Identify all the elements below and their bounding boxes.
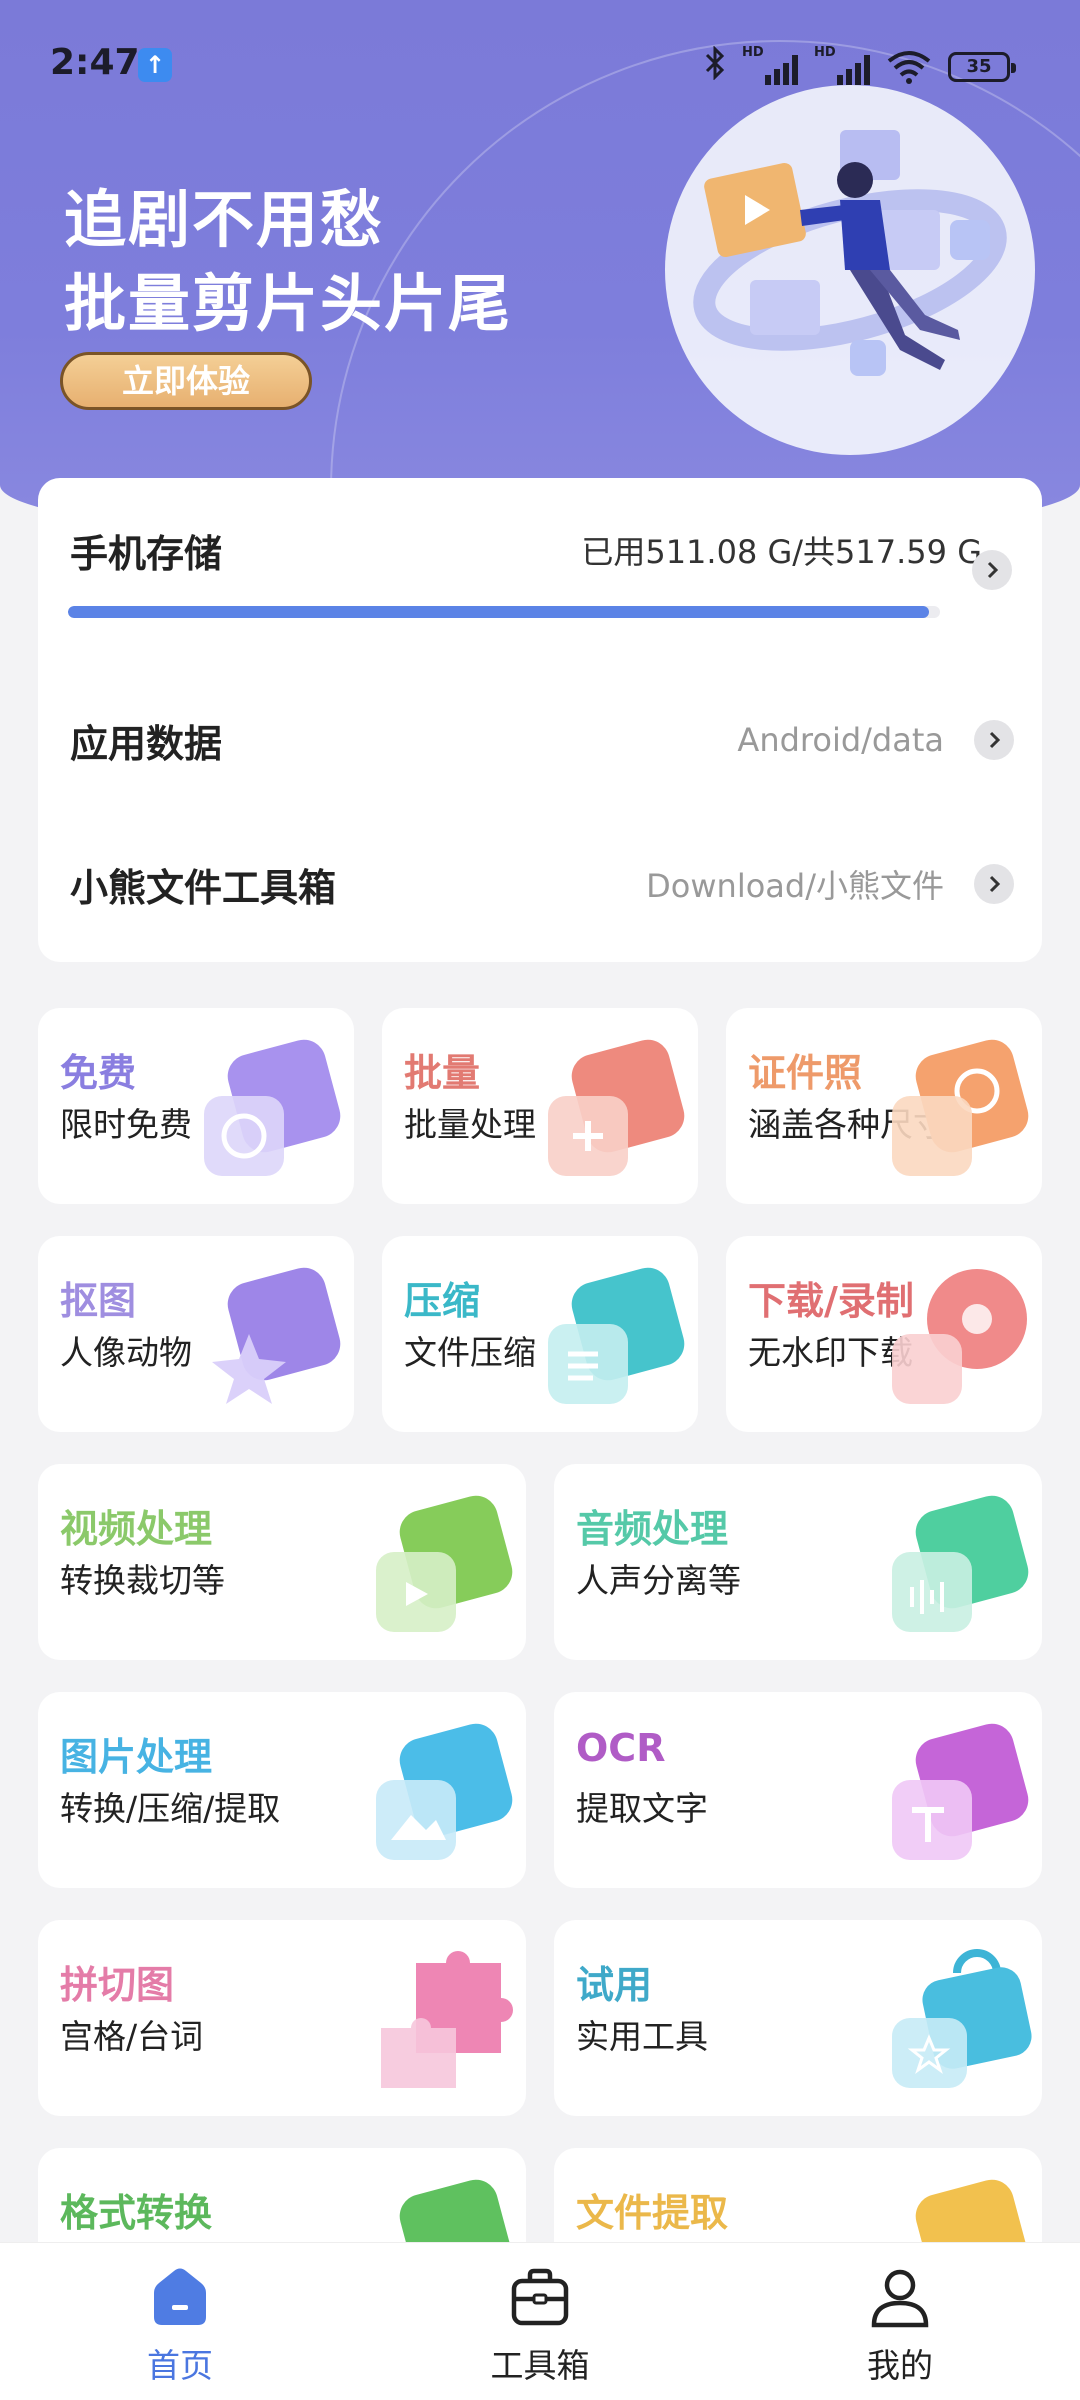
tool-title: 试用	[576, 1963, 653, 2007]
tool-id-photo[interactable]: 证件照 涵盖各种尺寸	[726, 1008, 1042, 1204]
tool-subtitle: 限时免费	[60, 1105, 192, 1144]
tool-subtitle: 宫格/台词	[60, 2017, 204, 2056]
tool-download-record[interactable]: 下载/录制 无水印下载	[726, 1236, 1042, 1432]
coin-icon	[204, 1039, 341, 1176]
app-data-path: Android/data	[737, 721, 944, 759]
tool-batch[interactable]: 批量 批量处理	[382, 1008, 698, 1204]
zip-icon	[548, 1267, 685, 1404]
image-icon	[376, 1723, 513, 1860]
tab-label: 工具箱	[490, 2346, 590, 2385]
chevron-right-icon[interactable]	[972, 550, 1012, 590]
storage-progress-bar	[68, 606, 940, 618]
tab-profile[interactable]: 我的	[800, 2243, 1000, 2400]
phone-storage-label: 手机存储	[70, 531, 223, 576]
tool-subtitle: 人声分离等	[576, 1561, 741, 1600]
camera-icon	[892, 1039, 1029, 1176]
app-data-label: 应用数据	[70, 721, 223, 766]
tab-home[interactable]: 首页	[80, 2243, 280, 2400]
tool-title: 图片处理	[60, 1735, 213, 1779]
network-type-2: HD	[814, 45, 836, 60]
audio-wave-icon	[892, 1495, 1029, 1632]
tool-subtitle: 转换裁切等	[60, 1561, 225, 1600]
shopping-bag-icon	[892, 1949, 1032, 2088]
puzzle-icon	[381, 1951, 513, 2088]
upload-icon: ↑	[138, 48, 172, 82]
tool-title: 格式转换	[60, 2191, 213, 2235]
try-now-button[interactable]: 立即体验	[60, 352, 312, 410]
tool-title: 文件提取	[576, 2191, 729, 2235]
tab-label: 我的	[867, 2346, 933, 2385]
tool-collage[interactable]: 拼切图 宫格/台词	[38, 1920, 526, 2116]
video-play-icon	[376, 1495, 513, 1632]
chevron-right-icon[interactable]	[974, 864, 1014, 904]
tool-title: 音频处理	[576, 1507, 729, 1551]
tool-video[interactable]: 视频处理 转换裁切等	[38, 1464, 526, 1660]
tool-subtitle: 提取文字	[576, 1789, 708, 1828]
status-time: 2:47	[50, 42, 140, 83]
download-icon	[892, 1269, 1027, 1404]
promo-banner[interactable]: 2:47 ↑ HD HD 35 追剧不用愁 批量剪片头片尾 立即体验	[0, 0, 1080, 545]
tool-free[interactable]: 免费 限时免费	[38, 1008, 354, 1204]
tool-title: 批量	[404, 1051, 481, 1095]
tool-subtitle: 实用工具	[576, 2017, 708, 2056]
banner-title: 追剧不用愁 批量剪片头片尾	[64, 178, 512, 346]
network-type-1: HD	[742, 45, 764, 60]
banner-title-line2: 批量剪片头片尾	[64, 267, 513, 340]
tool-trial[interactable]: 试用 实用工具	[554, 1920, 1042, 2116]
tool-image[interactable]: 图片处理 转换/压缩/提取	[38, 1692, 526, 1888]
tab-label: 首页	[147, 2346, 213, 2385]
tool-cutout[interactable]: 抠图 人像动物	[38, 1236, 354, 1432]
briefcase-icon	[511, 2268, 569, 2326]
toolbox-folder-label: 小熊文件工具箱	[70, 865, 337, 910]
tool-title: 抠图	[60, 1279, 137, 1323]
batch-icon	[548, 1039, 685, 1176]
tool-subtitle: 人像动物	[60, 1333, 192, 1372]
banner-illustration	[665, 85, 1035, 455]
tab-toolbox[interactable]: 工具箱	[440, 2243, 640, 2400]
text-recognition-icon	[892, 1723, 1029, 1860]
tool-audio[interactable]: 音频处理 人声分离等	[554, 1464, 1042, 1660]
toolbox-folder-path: Download/小熊文件	[646, 867, 944, 905]
tool-title: OCR	[576, 1726, 666, 1770]
tool-subtitle: 转换/压缩/提取	[60, 1789, 281, 1828]
phone-storage-row[interactable]: 手机存储 已用511.08 G/共517.59 G	[70, 510, 1014, 590]
sparkle-icon	[212, 1267, 341, 1404]
tool-title: 拼切图	[60, 1963, 175, 2007]
tool-title: 压缩	[404, 1279, 481, 1323]
phone-storage-value: 已用511.08 G/共517.59 G	[581, 533, 982, 571]
app-data-row[interactable]: 应用数据 Android/data	[70, 700, 1014, 780]
home-icon	[154, 2268, 206, 2325]
chevron-right-icon[interactable]	[974, 720, 1014, 760]
banner-title-line1: 追剧不用愁	[64, 183, 385, 256]
tool-title: 证件照	[748, 1051, 863, 1095]
tool-subtitle: 文件压缩	[404, 1333, 536, 1372]
tool-subtitle: 批量处理	[404, 1105, 536, 1144]
storage-progress-fill	[68, 606, 929, 618]
tool-title: 免费	[60, 1051, 137, 1095]
storage-card: 手机存储 已用511.08 G/共517.59 G 应用数据 Android/d…	[38, 478, 1042, 962]
tool-title: 视频处理	[60, 1507, 213, 1551]
tool-ocr[interactable]: OCR 提取文字	[554, 1692, 1042, 1888]
user-icon	[871, 2269, 929, 2328]
tool-compress[interactable]: 压缩 文件压缩	[382, 1236, 698, 1432]
toolbox-folder-row[interactable]: 小熊文件工具箱 Download/小熊文件	[70, 844, 1014, 924]
bottom-tab-bar: 首页 工具箱 我的	[0, 2242, 1080, 2400]
